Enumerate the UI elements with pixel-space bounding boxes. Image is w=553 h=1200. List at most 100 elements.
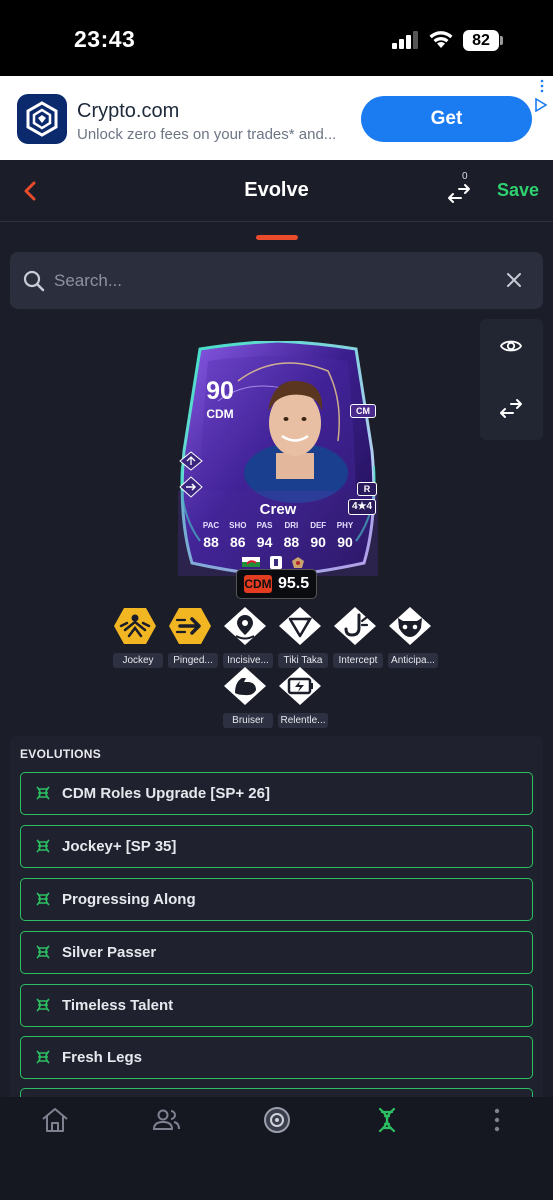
evolutions-panel: EVOLUTIONS CDM Roles Upgrade [SP+ 26] Jo…: [10, 736, 543, 1100]
dna-icon: [36, 945, 50, 959]
playstyle-jockey[interactable]: Jockey: [113, 606, 163, 668]
bottom-nav: [0, 1097, 553, 1200]
card-stats: PAC 88 SHO 86 PAS 94 DRI 88 DEF 90 PHY 90: [198, 521, 358, 550]
playstyle-label: Relentle...: [278, 713, 328, 728]
role-position: CDM: [244, 575, 272, 593]
ad-get-button[interactable]: Get: [361, 96, 532, 142]
battery-cap: [500, 36, 503, 45]
playstyle-label: Intercept: [333, 653, 383, 668]
ad-tagline: Unlock zero fees on your trades* and...: [77, 126, 337, 143]
role-rating-badge: CDM 95.5: [236, 569, 317, 599]
wifi-icon: [429, 31, 453, 48]
dna-icon: [36, 998, 50, 1012]
evolution-item[interactable]: Fresh Legs: [20, 1036, 533, 1079]
adchoices-icon[interactable]: [534, 98, 548, 112]
evolution-item[interactable]: Timeless Talent: [20, 984, 533, 1027]
preferred-foot: R: [357, 482, 377, 496]
playstyle-bruiser[interactable]: Bruiser: [223, 666, 273, 728]
status-bar: 23:43 82: [0, 0, 553, 76]
search-icon: [23, 270, 45, 292]
intercept-icon: [334, 607, 376, 645]
battery-indicator: 82: [463, 30, 499, 51]
evolutions-heading: EVOLUTIONS: [20, 747, 102, 761]
card-position: CDM: [206, 407, 234, 421]
crypto-com-logo: [17, 94, 67, 144]
stat-label: PAC: [202, 521, 220, 530]
evolution-item[interactable]: CDM Roles Upgrade [SP+ 26]: [20, 772, 533, 815]
evolution-title: Fresh Legs: [62, 1049, 143, 1066]
ad-brand: Crypto.com: [77, 100, 180, 122]
evolve-dna-icon[interactable]: [372, 1105, 402, 1135]
save-button[interactable]: Save: [497, 180, 539, 201]
incisive-pass-icon: [224, 607, 266, 645]
stat-label: SHO: [229, 521, 247, 530]
evolution-item[interactable]: Progressing Along: [20, 878, 533, 921]
playstyle-label: Jockey: [113, 653, 163, 668]
compare-swap-icon[interactable]: [499, 397, 523, 419]
relentless-icon: [279, 667, 321, 705]
evolution-item[interactable]: Jockey+ [SP 35]: [20, 825, 533, 868]
tiki-taka-icon: [279, 607, 321, 645]
stat-pac: PAC 88: [198, 521, 224, 550]
playstyle-label: Pinged...: [168, 653, 218, 668]
playstyle-incisive-pass[interactable]: Incisive...: [223, 606, 273, 668]
role-plus-icon: [179, 451, 203, 471]
playstyle-anticipate[interactable]: Anticipa...: [388, 606, 438, 668]
stat-label: DEF: [310, 521, 327, 530]
eye-icon[interactable]: [499, 334, 523, 358]
club-badge-icon[interactable]: [262, 1105, 292, 1135]
stat-value: 88: [203, 534, 219, 550]
playstyle-pinged-pass[interactable]: Pinged...: [168, 606, 218, 668]
card-alt-position: CM: [350, 404, 376, 418]
playstyle-tiki-taka[interactable]: Tiki Taka: [278, 606, 328, 668]
stat-label: PHY: [336, 521, 354, 530]
stat-label: DRI: [284, 521, 299, 530]
stat-phy: PHY 90: [332, 521, 358, 550]
stat-sho: SHO 86: [225, 521, 251, 550]
stat-dri: DRI 88: [278, 521, 304, 550]
clear-search-icon[interactable]: [503, 269, 525, 291]
playstyle-label: Anticipa...: [388, 653, 438, 668]
stat-value: 90: [310, 534, 326, 550]
jockey-icon: [114, 608, 156, 644]
bruiser-icon: [224, 667, 266, 705]
nation-league-club-icons: [242, 556, 304, 569]
dna-icon: [36, 786, 50, 800]
stat-label: PAS: [256, 521, 273, 530]
stat-value: 86: [230, 534, 246, 550]
stat-def: DEF 90: [305, 521, 331, 550]
role-plusplus-icon: [179, 476, 203, 498]
evolution-title: Silver Passer: [62, 944, 157, 961]
evolution-title: Progressing Along: [62, 891, 196, 908]
stat-value: 90: [337, 534, 353, 550]
player-card[interactable]: 90 CDM CM R 4★4 Crew PAC 88 SHO 86 PAS 94 D…: [178, 341, 378, 576]
evolution-item[interactable]: Silver Passer: [20, 931, 533, 974]
dna-icon: [36, 839, 50, 853]
cellular-signal-icon: [392, 31, 418, 49]
pinged-pass-icon: [169, 608, 211, 644]
evolution-title: Timeless Talent: [62, 997, 174, 1014]
top-bar: Evolve 0 Save: [0, 160, 553, 222]
drawer-handle[interactable]: [256, 235, 298, 240]
stat-pas: PAS 94: [252, 521, 278, 550]
search-input[interactable]: [54, 262, 484, 299]
playstyle-relentless[interactable]: Relentle...: [278, 666, 328, 728]
stat-value: 94: [256, 534, 273, 550]
home-icon[interactable]: [40, 1105, 70, 1135]
ad-close-icon[interactable]: [537, 79, 547, 93]
compare-icon[interactable]: [447, 182, 471, 204]
ad-banner[interactable]: Crypto.com Unlock zero fees on your trad…: [0, 76, 553, 160]
compare-count: 0: [462, 171, 468, 182]
more-icon[interactable]: [482, 1105, 512, 1135]
evolution-title: CDM Roles Upgrade [SP+ 26]: [62, 785, 270, 802]
users-icon[interactable]: [151, 1105, 181, 1135]
playstyle-intercept[interactable]: Intercept: [333, 606, 383, 668]
card-rating: 90: [206, 377, 234, 405]
anticipate-icon: [389, 607, 431, 645]
evolution-title: Jockey+ [SP 35]: [62, 838, 177, 855]
side-actions: [480, 319, 543, 440]
playstyle-label: Bruiser: [223, 713, 273, 728]
search-bar: [10, 252, 543, 309]
player-name: Crew: [259, 501, 297, 518]
stat-value: 88: [283, 534, 300, 550]
